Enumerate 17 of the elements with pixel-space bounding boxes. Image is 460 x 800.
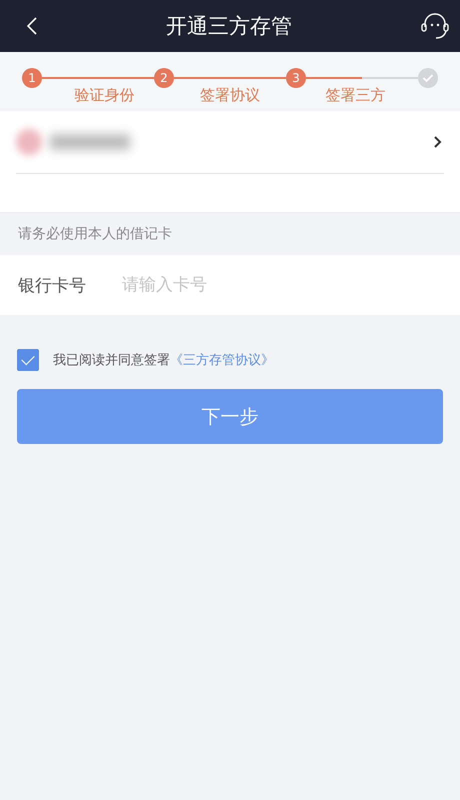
headset-icon[interactable] xyxy=(420,11,450,41)
back-icon[interactable] xyxy=(26,16,38,36)
page-title: 开通三方存管 xyxy=(166,13,292,40)
step-number: 1 xyxy=(22,68,42,88)
chevron-right-icon[interactable] xyxy=(433,135,442,149)
checkbox[interactable] xyxy=(17,349,39,371)
step-label: 签署协议 xyxy=(200,86,260,105)
step-number: 2 xyxy=(154,68,174,88)
step-label: 签署三方 xyxy=(325,86,386,105)
next-button[interactable]: 下一步 xyxy=(17,389,443,444)
bank-logo-icon xyxy=(16,129,42,155)
agreement-text: 我已阅读并同意签署 xyxy=(53,352,170,369)
step-label: 验证身份 xyxy=(74,86,135,105)
card-number-field[interactable]: 请输入卡号 xyxy=(122,275,442,295)
step-number: 3 xyxy=(286,68,306,88)
agreement-link[interactable]: 《三方存管协议》 xyxy=(170,351,274,369)
field-label: 银行卡号 xyxy=(18,274,87,296)
